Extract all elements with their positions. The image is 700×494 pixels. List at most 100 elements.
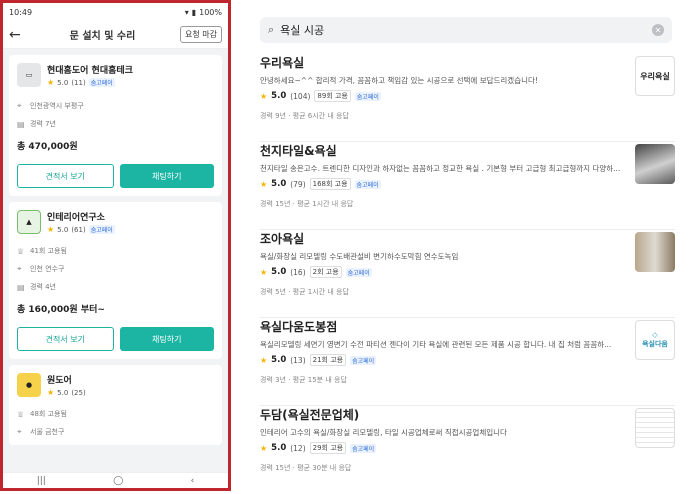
result-item[interactable]: 욕실다움도봉점 욕실리모델링 세면기 영변기 수전 파티션 젠다이 기타 욕실에… (260, 318, 675, 406)
pay-badge: 숨고페이 (88, 225, 115, 234)
back-icon[interactable]: ‹ (191, 476, 195, 486)
result-item[interactable]: 천지타일&욕실 천지타일 송은고수. 트렌디한 디자인과 하자없는 꼼꼼하고 정… (260, 142, 675, 230)
location: 인천광역시 부평구 (30, 102, 84, 110)
pro-logo: ▭ (17, 63, 41, 87)
rating: 5.0 (271, 443, 287, 453)
star-icon: ★ (47, 225, 55, 234)
pay-badge: 숨고페이 (354, 179, 381, 189)
review-count: (16) (290, 267, 306, 277)
result-name: 조아욕실 (260, 232, 305, 246)
hire-count: 89회 고용 (314, 90, 351, 102)
result-desc: 천지타일 송은고수. 트렌디한 디자인과 하자없는 꼼꼼하고 정교한 욕실 . … (260, 164, 620, 173)
search-input[interactable]: 욕실 시공 (280, 22, 652, 38)
review-count: (104) (290, 91, 311, 101)
result-item[interactable]: 우리욕실 안녕하세요~^^ 합리적 가격, 꼼꼼하고 책임감 있는 시공으로 선… (260, 54, 675, 142)
review-count: (13) (290, 355, 306, 365)
chat-button[interactable]: 채팅하기 (119, 327, 214, 351)
pro-name: 원도어 (47, 376, 72, 386)
search-icon: ⌕ (268, 23, 275, 36)
search-bar[interactable]: ⌕ 욕실 시공 ✕ (260, 17, 672, 43)
wifi-icon: ▾ (184, 7, 189, 17)
view-quote-button[interactable]: 견적서 보기 (17, 164, 114, 188)
thumbnail-label: 욕실다움 (642, 340, 668, 348)
chat-button[interactable]: 채팅하기 (119, 164, 214, 188)
close-request-button[interactable]: 요청 마감 (180, 26, 222, 43)
star-icon: ★ (47, 388, 55, 397)
hire-count: 48회 고용됨 (30, 410, 67, 418)
result-meta: 경력 15년 · 평균 1시간 내 응답 (260, 200, 354, 208)
location-pin-icon: ⌖ (17, 101, 22, 110)
view-quote-button[interactable]: 견적서 보기 (17, 327, 114, 351)
result-name: 천지타일&욕실 (260, 144, 337, 158)
pay-badge: 숨고페이 (350, 355, 377, 365)
recent-apps-icon[interactable]: ||| (37, 476, 46, 486)
result-desc: 욕실/화장실 리모델링 수도배관설비 변기하수도막힘 연수도녹임 (260, 252, 459, 261)
rating: 5.0 (57, 225, 69, 234)
pro-card[interactable]: ▭ 현대홈도어 현대홈테크 ★ 5.0 (11) 숨고페이 ⌖ 인천광역시 부평… (9, 55, 222, 196)
result-item[interactable]: 두담(욕실전문업체) 인테리어 고수의 욕실/화장실 리모델링, 타일 시공업체… (260, 406, 675, 494)
pay-badge: 숨고페이 (345, 267, 372, 277)
result-name: 두담(욕실전문업체) (260, 408, 360, 422)
trophy-icon: ♕ (17, 409, 25, 419)
system-nav-bar: ||| ◯ ‹ (3, 472, 228, 488)
pay-badge: 숨고페이 (88, 78, 115, 87)
hire-count: 41회 고용됨 (30, 247, 67, 255)
rating: 5.0 (271, 91, 287, 101)
app-header: ← 문 설치 및 수리 요청 마감 (3, 21, 228, 49)
star-icon: ★ (47, 78, 55, 87)
status-time: 10:49 (9, 7, 33, 17)
result-meta: 경력 3년 · 평균 15분 내 응답 (260, 376, 347, 384)
pro-logo: ● (17, 373, 41, 397)
pro-logo: ▲ (17, 210, 41, 234)
rating: 5.0 (57, 388, 69, 397)
hire-count: 168회 고용 (309, 178, 351, 190)
price: 총 160,000원 부터~ (17, 305, 105, 315)
result-thumbnail (635, 232, 675, 272)
review-count: (61) (71, 225, 86, 234)
briefcase-icon: ▤ (17, 119, 25, 129)
pro-name: 인테리어연구소 (47, 213, 105, 223)
result-name: 우리욕실 (260, 56, 305, 70)
search-results-panel: ⌕ 욕실 시공 ✕ 우리욕실 안녕하세요~^^ 합리적 가격, 꼼꼼하고 책임감… (258, 0, 700, 491)
result-item[interactable]: 조아욕실 욕실/화장실 리모델링 수도배관설비 변기하수도막힘 연수도녹임 ★ … (260, 230, 675, 318)
result-thumbnail (635, 144, 675, 184)
diamond-logo-icon: ◇ (652, 331, 658, 339)
rating: 5.0 (271, 355, 287, 365)
pay-badge: 숨고페이 (354, 91, 381, 101)
trophy-icon: ♕ (17, 246, 25, 256)
star-icon: ★ (260, 443, 268, 453)
pro-card[interactable]: ● 원도어 ★ 5.0 (25) ♕ 48회 고용됨 ⌖ 서울 금천구 (9, 365, 222, 445)
briefcase-icon: ▤ (17, 282, 25, 292)
result-thumbnail (635, 408, 675, 448)
review-count: (25) (71, 388, 86, 397)
hire-count: 2회 고용 (309, 266, 342, 278)
result-desc: 욕실리모델링 세면기 영변기 수전 파티션 젠다이 기타 욕실에 관련된 모든 … (260, 340, 612, 349)
result-desc: 안녕하세요~^^ 합리적 가격, 꼼꼼하고 책임감 있는 시공으로 선택에 보답… (260, 76, 538, 85)
status-bar: 10:49 ▾ ▮ 100% (3, 3, 228, 21)
home-icon[interactable]: ◯ (113, 476, 123, 486)
rating: 5.0 (57, 78, 69, 87)
back-arrow-icon[interactable]: ← (9, 27, 25, 43)
pro-card[interactable]: ▲ 인테리어연구소 ★ 5.0 (61) 숨고페이 ♕ 41회 고용됨 ⌖ 인천… (9, 202, 222, 359)
star-icon: ★ (260, 267, 268, 277)
rating: 5.0 (271, 267, 287, 277)
pay-badge: 숨고페이 (350, 443, 377, 453)
star-icon: ★ (260, 355, 268, 365)
clear-icon[interactable]: ✕ (652, 24, 664, 36)
rating: 5.0 (271, 179, 287, 189)
result-meta: 경력 9년 · 평균 6시간 내 응답 (260, 112, 349, 120)
battery-level: 100% (199, 7, 222, 17)
location-pin-icon: ⌖ (17, 264, 22, 273)
result-meta: 경력 5년 · 평균 1시간 내 응답 (260, 288, 349, 296)
pro-name: 현대홈도어 현대홈테크 (47, 66, 133, 76)
signal-icon: ▮ (191, 7, 197, 17)
location-pin-icon: ⌖ (17, 427, 22, 436)
experience: 경력 4년 (30, 283, 56, 291)
location: 인천 연수구 (30, 265, 65, 273)
result-meta: 경력 15년 · 평균 30분 내 응답 (260, 464, 352, 472)
review-count: (79) (290, 179, 306, 189)
star-icon: ★ (260, 91, 268, 101)
result-thumbnail: ◇ 욕실다움 (635, 320, 675, 360)
price: 총 470,000원 (17, 142, 78, 152)
result-desc: 인테리어 고수의 욕실/화장실 리모델링, 타일 시공업체로써 직접시공업체입니… (260, 428, 507, 437)
